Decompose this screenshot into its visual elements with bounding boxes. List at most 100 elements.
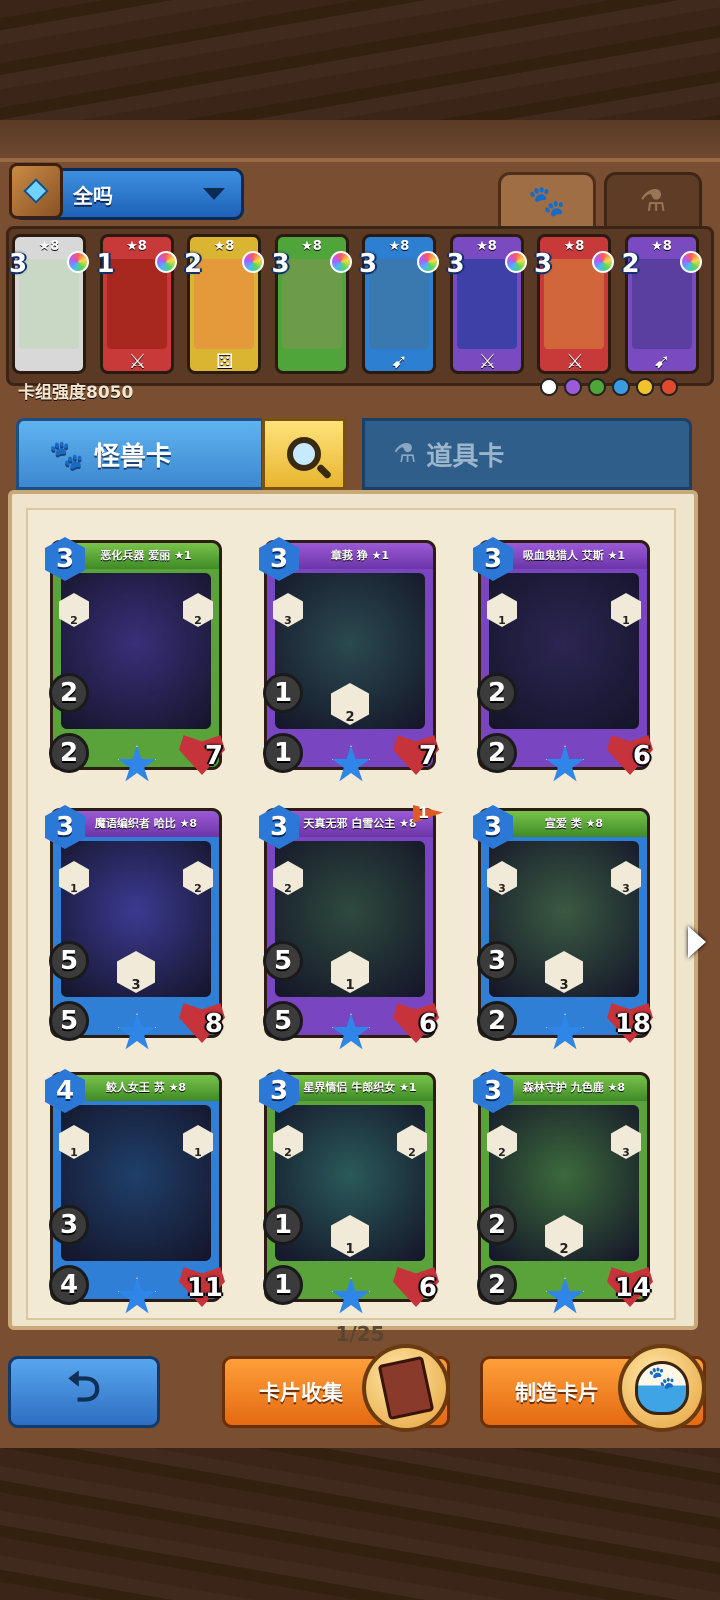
card-attack-stat: 2	[477, 1265, 517, 1305]
card-hp-stat: 6	[418, 1009, 437, 1039]
monster-card[interactable]: 鲛人女王 苏 ★8 4 1 1 3 4 11	[45, 1069, 225, 1314]
card-name: 森林守护 九色鹿 ★8	[501, 1075, 647, 1101]
chevron-down-icon	[203, 188, 225, 200]
rainbow-gem-icon	[417, 251, 439, 273]
deck-power-label: 卡组强度8050	[18, 383, 134, 403]
card-name: 宣爱 类 ★8	[501, 811, 647, 837]
card-cost: 2	[621, 249, 640, 279]
card-ability-icon: ⚔	[478, 349, 497, 373]
craft-jar-icon[interactable]: 🐾	[618, 1344, 706, 1432]
card-name: 天真无邪 白雪公主 ★8	[287, 811, 433, 837]
card-attack-stat: 1	[263, 733, 303, 773]
back-button[interactable]: ⮌	[8, 1356, 160, 1428]
card-hp-stat: 7	[204, 741, 223, 771]
tab-item-label: 道具卡	[426, 441, 505, 472]
rainbow-gem-icon	[504, 251, 527, 273]
card-cost: 1	[96, 249, 115, 279]
card-ability-icon: ➹	[653, 349, 671, 373]
card-name: 星界情侣 牛郎织女 ★1	[287, 1075, 433, 1101]
element-icon[interactable]	[540, 378, 558, 396]
monster-card[interactable]: 天真无邪 白雪公主 ★8 3 2 1 5 5 6 1	[259, 803, 443, 1050]
element-filter-icons	[540, 378, 678, 396]
wood-background-top	[0, 0, 720, 160]
card-art	[544, 259, 604, 349]
card-cost: 3	[271, 249, 290, 279]
element-icon[interactable]	[588, 378, 606, 396]
deck-card[interactable]: ★8 2 ⚄	[184, 234, 264, 374]
card-move-stat: 2	[477, 673, 517, 713]
potion-icon: ⚗	[393, 439, 417, 469]
card-move-stat: 1	[263, 1205, 303, 1245]
search-button[interactable]	[262, 418, 346, 490]
card-hp-stat: 18	[614, 1009, 651, 1039]
deck-book-icon	[9, 163, 63, 219]
card-art	[456, 259, 517, 349]
deck-card[interactable]: ★8 3	[271, 234, 352, 374]
card-ability-icon: ➹	[391, 349, 408, 373]
deck-card[interactable]: ★8 3	[9, 234, 89, 374]
card-attack-stat: 2	[477, 733, 517, 773]
rainbow-gem-icon	[329, 251, 352, 273]
deck-name: 全吗	[73, 183, 113, 208]
tab-monster-cards[interactable]: 🐾 怪兽卡	[16, 418, 264, 490]
element-icon[interactable]	[612, 378, 630, 396]
rainbow-gem-icon	[67, 251, 89, 273]
tab-item-deck[interactable]: ⚗	[604, 172, 702, 228]
wood-background-bottom	[0, 1440, 720, 1600]
card-art	[19, 259, 79, 349]
tab-monster-deck[interactable]: 🐾	[498, 172, 596, 228]
monster-card[interactable]: 星界情侣 牛郎织女 ★1 3 2 2 1 1 1 6	[259, 1069, 439, 1314]
tab-item-cards[interactable]: ⚗ 道具卡	[362, 418, 692, 490]
monster-card[interactable]: 森林守护 九色鹿 ★8 3 2 3 2 2 2 14	[473, 1069, 653, 1314]
deck-card[interactable]: ★8 3 ➹	[359, 234, 439, 374]
card-art	[631, 259, 692, 349]
element-icon[interactable]	[660, 378, 678, 396]
card-name: 魔语编织者 哈比 ★8	[73, 811, 219, 837]
card-hp-stat: 8	[204, 1009, 223, 1039]
card-name: 吸血鬼猎人 艾斯 ★1	[501, 543, 647, 569]
paw-icon: 🐾	[528, 184, 566, 219]
next-page-arrow-icon[interactable]	[688, 926, 706, 958]
card-cost: 3	[9, 249, 28, 279]
card-collection-icon[interactable]	[362, 1344, 450, 1432]
card-collection-label: 卡片收集	[259, 1381, 343, 1405]
deck-card[interactable]: ★8 1 ⚔	[96, 234, 177, 374]
element-icon[interactable]	[636, 378, 654, 396]
deck-card[interactable]: ★8 3 ⚔	[447, 234, 527, 374]
monster-card[interactable]: 吸血鬼猎人 艾斯 ★1 3 1 1 2 2 6	[473, 537, 653, 782]
monster-card[interactable]: 宣爱 类 ★8 3 3 3 3 3 2 18	[473, 805, 653, 1050]
card-ability-icon: ⚔	[128, 349, 147, 373]
card-name: 鲛人女王 苏 ★8	[73, 1075, 219, 1101]
card-hp-stat: 11	[186, 1273, 223, 1303]
card-hp-stat: 14	[614, 1273, 651, 1303]
card-move-stat: 5	[49, 941, 89, 981]
card-move-stat: 2	[477, 1205, 517, 1245]
deck-card[interactable]: ★8 3 ⚔	[534, 234, 614, 374]
rainbow-gem-icon	[592, 251, 614, 273]
monster-card[interactable]: 章莪 狰 ★1 3 3 2 1 1 7	[259, 537, 439, 782]
search-icon	[287, 437, 321, 471]
element-icon[interactable]	[564, 378, 582, 396]
monster-card[interactable]: 恶化兵器 爱丽 ★1 3 2 2 2 2 7	[45, 537, 225, 782]
card-flag-count: 1	[417, 803, 429, 822]
back-arrow-icon: ⮌	[67, 1361, 101, 1411]
card-ability-icon: ⚄	[216, 349, 234, 373]
card-attack-stat: 2	[49, 733, 89, 773]
card-name: 章莪 狰 ★1	[287, 543, 433, 569]
craft-card-label: 制造卡片	[515, 1381, 599, 1405]
card-move-stat: 5	[263, 941, 303, 981]
card-attack-stat: 4	[49, 1265, 89, 1305]
page-indicator: 1/25	[335, 1322, 385, 1346]
card-cost: 3	[534, 249, 553, 279]
deck-card[interactable]: ★8 2 ➹	[621, 234, 702, 374]
monster-card[interactable]: 魔语编织者 哈比 ★8 3 1 2 3 5 5 8	[45, 805, 225, 1050]
card-move-stat: 3	[49, 1205, 89, 1245]
card-cost: 2	[184, 249, 203, 279]
paw-icon: 🐾	[49, 437, 84, 471]
potion-icon: ⚗	[639, 184, 667, 219]
deck-dropdown[interactable]: 全吗	[9, 163, 244, 220]
card-name: 恶化兵器 爱丽 ★1	[73, 543, 219, 569]
card-attack-stat: 5	[49, 1001, 89, 1041]
card-hp-stat: 6	[632, 741, 651, 771]
card-art	[369, 259, 429, 349]
